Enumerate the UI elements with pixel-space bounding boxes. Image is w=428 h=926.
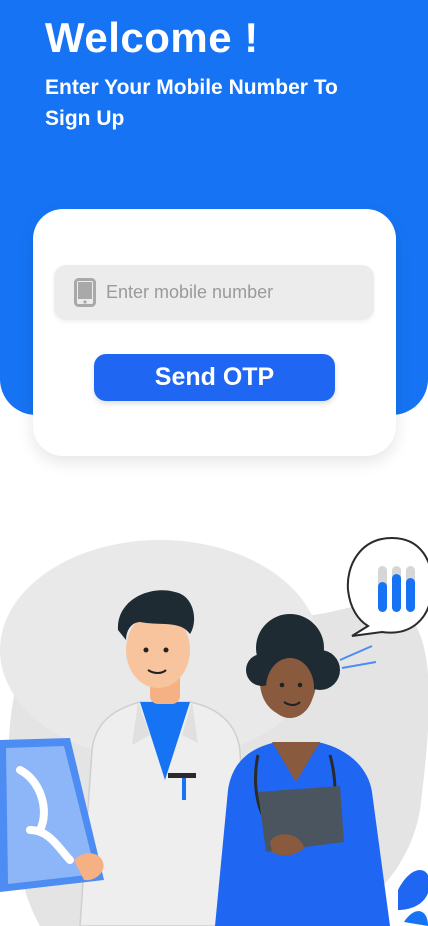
signup-card: Send OTP (33, 209, 396, 456)
page-subtitle: Enter Your Mobile Number To Sign Up (45, 76, 338, 130)
mobile-number-input[interactable] (106, 265, 366, 320)
plant-icon (398, 870, 428, 926)
mobile-number-field[interactable] (54, 265, 374, 320)
doctor-nurse-illustration (0, 536, 428, 926)
page-title: Welcome ! (45, 14, 259, 61)
phone-icon (74, 278, 96, 307)
send-otp-button[interactable]: Send OTP (94, 354, 335, 401)
